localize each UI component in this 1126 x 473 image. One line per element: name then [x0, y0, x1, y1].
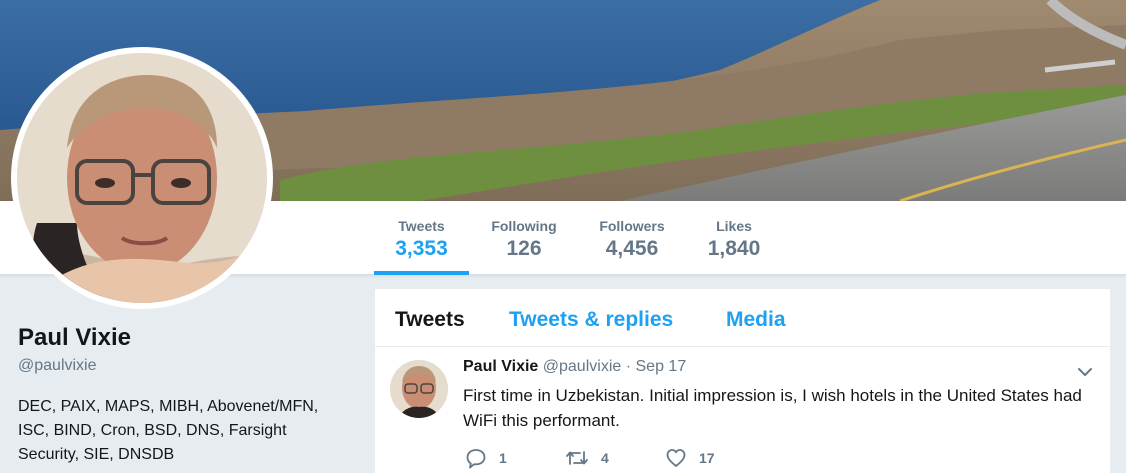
- stat-label: Followers: [599, 218, 665, 234]
- profile-bio: DEC, PAIX, MAPS, MIBH, Abovenet/MFN, ISC…: [18, 398, 319, 463]
- profile-avatar[interactable]: [11, 47, 273, 309]
- tweet-author-name[interactable]: Paul Vixie: [463, 358, 538, 375]
- like-count: 17: [699, 450, 715, 466]
- retweet-button[interactable]: 4: [565, 447, 609, 469]
- tab-tweets[interactable]: Tweets: [395, 308, 465, 332]
- stat-label: Likes: [716, 218, 752, 234]
- nav-stat-tweets[interactable]: Tweets 3,353: [374, 201, 469, 275]
- reply-icon: [466, 449, 486, 469]
- tweet-header: Paul Vixie @paulvixie · Sep 17: [463, 358, 686, 376]
- heart-icon: [666, 449, 686, 467]
- chevron-down-icon[interactable]: [1075, 362, 1095, 382]
- profile-name[interactable]: Paul Vixie: [18, 322, 348, 354]
- timeline-tabs: Tweets Tweets & replies Media: [375, 289, 1110, 347]
- timeline: Tweets Tweets & replies Media Paul Vixie…: [375, 289, 1110, 473]
- retweet-count: 4: [601, 450, 609, 466]
- stat-label: Following: [491, 218, 557, 234]
- nav-stat-following[interactable]: Following 126: [478, 201, 570, 275]
- tweet-avatar[interactable]: [390, 360, 448, 418]
- tab-media[interactable]: Media: [726, 308, 786, 332]
- stat-label: Tweets: [398, 218, 445, 234]
- stat-value: 4,456: [605, 237, 659, 260]
- tweet-item[interactable]: Paul Vixie @paulvixie · Sep 17 First tim…: [375, 348, 1110, 473]
- tweet-text: First time in Uzbekistan. Initial impres…: [463, 386, 1082, 430]
- stat-value: 3,353: [395, 237, 448, 260]
- avatar-image: [17, 53, 267, 303]
- stat-value: 126: [506, 237, 542, 260]
- retweet-icon: [566, 451, 588, 465]
- like-button[interactable]: 17: [665, 447, 715, 469]
- stat-value: 1,840: [707, 237, 761, 260]
- nav-stat-likes[interactable]: Likes 1,840: [698, 201, 770, 275]
- profile-card: Paul Vixie @paulvixie DEC, PAIX, MAPS, M…: [18, 322, 348, 467]
- tweet-separator: ·: [625, 358, 632, 375]
- nav-stat-followers[interactable]: Followers 4,456: [588, 201, 676, 275]
- tweet-author-handle[interactable]: @paulvixie: [543, 358, 622, 375]
- profile-handle[interactable]: @paulvixie: [18, 355, 348, 377]
- reply-count: 1: [499, 450, 507, 466]
- tweet-date[interactable]: Sep 17: [636, 358, 687, 375]
- tab-tweets-and-replies[interactable]: Tweets & replies: [509, 308, 673, 332]
- reply-button[interactable]: 1: [465, 447, 507, 469]
